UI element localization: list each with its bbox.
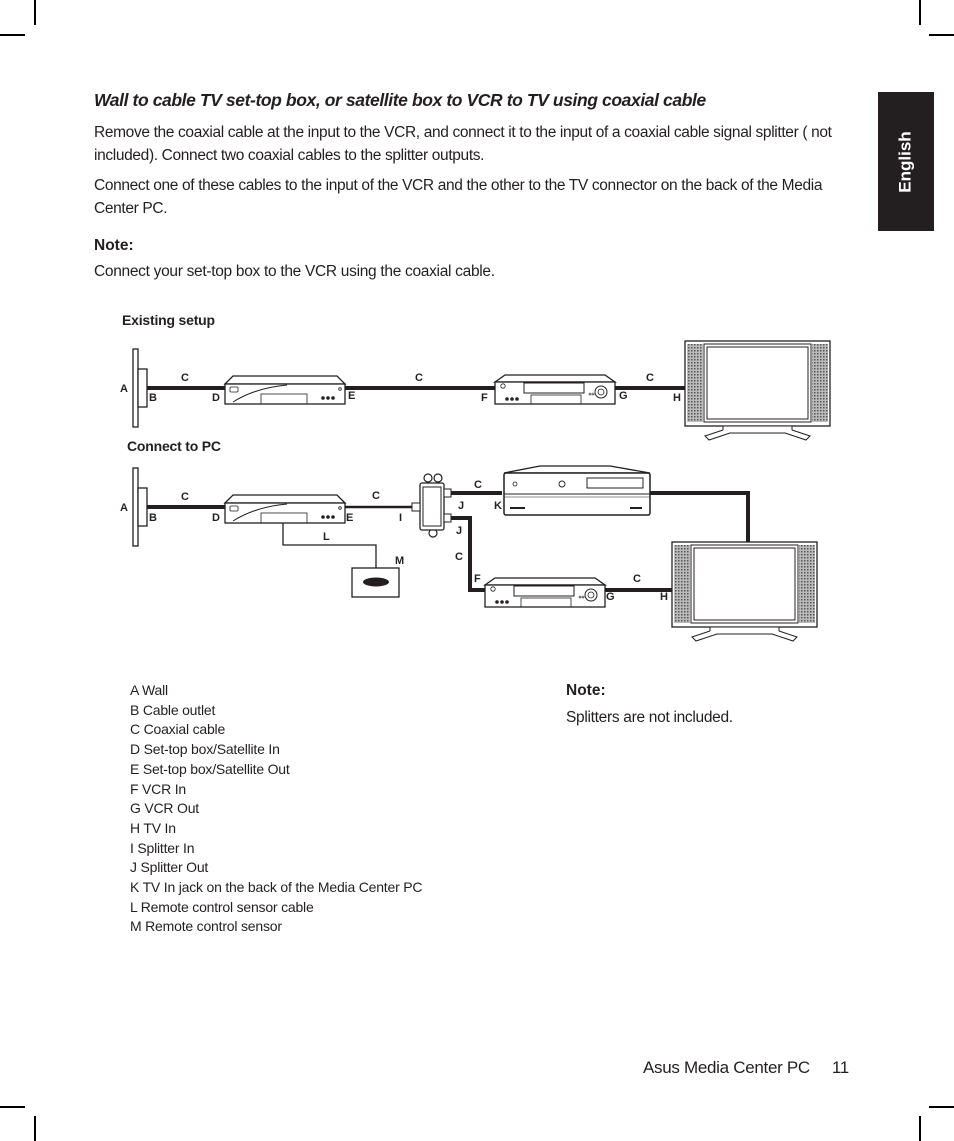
label-b: B [149, 512, 157, 524]
label-m: M [395, 555, 404, 567]
wall-outlet-icon [132, 348, 148, 428]
legend-item: A Wall [130, 682, 168, 698]
legend-item: D Set-top box/Satellite In [130, 741, 280, 758]
label-i: I [399, 512, 402, 524]
vcr-icon [484, 577, 606, 608]
page-number: 11 [831, 1058, 849, 1077]
connect-to-pc-diagram: A B C D E C I C J K J L M C F G C H [120, 465, 818, 642]
label-g: G [619, 390, 628, 402]
legend-item: F VCR In [130, 780, 186, 797]
pc-to-tv-cable [650, 491, 750, 542]
label-c: C [181, 372, 189, 384]
legend-item: C Coaxial cable [130, 721, 226, 738]
label-h: H [673, 392, 681, 404]
tv-icon [684, 340, 831, 441]
vcr-icon [494, 374, 616, 405]
legend-list: A Wall B Cable outlet C Coaxial cable D … [130, 681, 422, 937]
legend-item: K TV In jack on the back of the Media Ce… [130, 879, 423, 896]
note-label: Note: [566, 682, 606, 699]
legend-item: H TV In [130, 819, 176, 836]
label-e: E [346, 512, 353, 524]
label-k: K [494, 500, 502, 512]
legend-item: E Set-top box/Satellite Out [130, 760, 290, 777]
label-j: J [458, 500, 464, 512]
label-h: H [660, 591, 668, 603]
wall-outlet-icon [132, 467, 148, 547]
page-footer: Asus Media Center PC 11 [643, 1058, 849, 1078]
tv-icon [671, 541, 818, 642]
label-e: E [348, 390, 355, 402]
label-d: D [212, 512, 220, 524]
label-f: F [481, 392, 488, 404]
label-c: C [455, 551, 463, 563]
label-j: J [456, 525, 462, 537]
label-f: F [474, 573, 481, 585]
footer-title: Asus Media Center PC [643, 1058, 810, 1077]
label-l: L [323, 531, 330, 543]
note-text: Splitters are not included. [566, 709, 733, 726]
label-c: C [181, 491, 189, 503]
set-top-box-icon [224, 375, 346, 405]
legend-item: B Cable outlet [130, 701, 216, 718]
label-a: A [120, 502, 128, 514]
legend-item: I Splitter In [130, 839, 195, 856]
label-c: C [633, 573, 641, 585]
label-a: A [120, 383, 128, 395]
label-c: C [372, 490, 380, 502]
connection-diagram: A B C D E C F G C H A B C D E C I C J K … [120, 340, 831, 642]
splitter-icon [411, 473, 452, 538]
label-b: B [149, 392, 157, 404]
existing-setup-diagram: A B C D E C F G C H [120, 340, 831, 441]
label-d: D [212, 392, 220, 404]
label-g: G [606, 591, 615, 603]
legend-item: G VCR Out [130, 800, 199, 817]
set-top-box-icon [224, 494, 346, 524]
label-c: C [646, 372, 654, 384]
legend-item: L Remote control sensor cable [130, 898, 314, 915]
legend-item: J Splitter Out [130, 859, 209, 876]
media-center-pc-icon [503, 465, 651, 516]
legend-item: M Remote control sensor [130, 918, 282, 935]
label-c: C [474, 479, 482, 491]
label-c: C [415, 372, 423, 384]
